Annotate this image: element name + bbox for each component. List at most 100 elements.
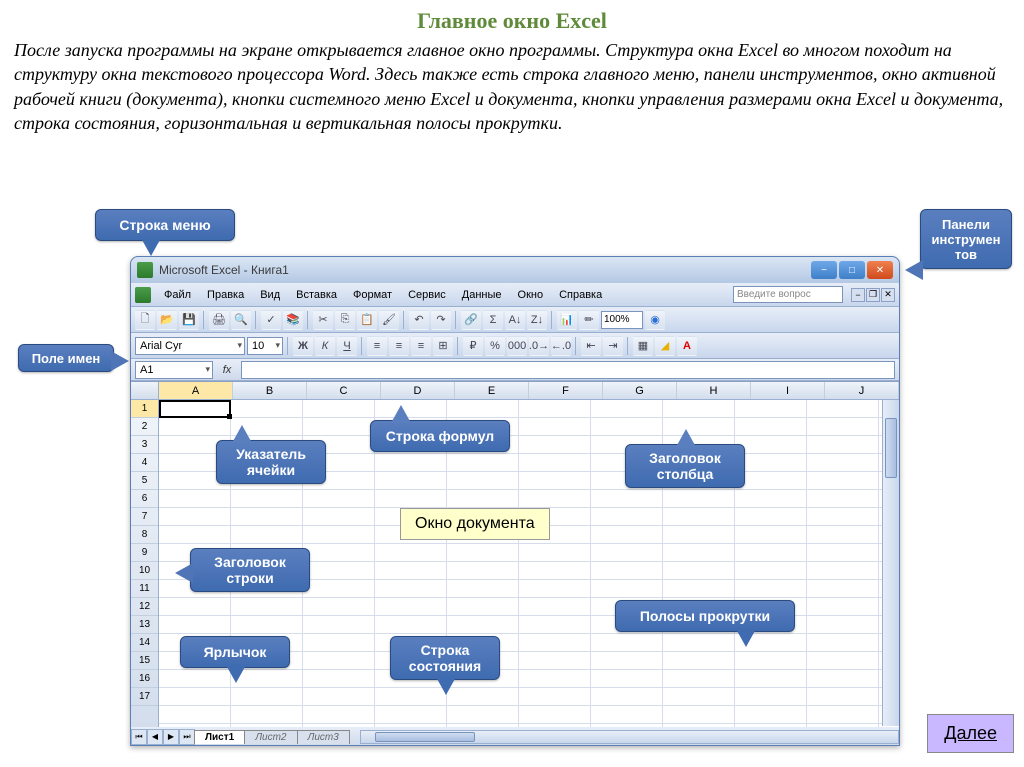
help-icon[interactable]: ◉ (645, 310, 665, 330)
row-header-5[interactable]: 5 (131, 472, 158, 490)
row-header-15[interactable]: 15 (131, 652, 158, 670)
print-icon[interactable]: 🖨 (209, 310, 229, 330)
row-header-3[interactable]: 3 (131, 436, 158, 454)
menu-help[interactable]: Справка (552, 287, 609, 303)
col-header-F[interactable]: F (529, 382, 603, 399)
close-button[interactable]: ✕ (867, 261, 893, 279)
borders-icon[interactable]: ▦ (633, 336, 653, 356)
row-header-1[interactable]: 1 (131, 400, 158, 418)
menu-format[interactable]: Формат (346, 287, 399, 303)
row-header-10[interactable]: 10 (131, 562, 158, 580)
row-header-12[interactable]: 12 (131, 598, 158, 616)
align-left-icon[interactable]: ≡ (367, 336, 387, 356)
sort-desc-icon[interactable]: Z↓ (527, 310, 547, 330)
row-header-16[interactable]: 16 (131, 670, 158, 688)
col-header-I[interactable]: I (751, 382, 825, 399)
fx-icon[interactable]: fx (217, 364, 237, 376)
tab-prev-icon[interactable]: ◀ (147, 729, 163, 745)
sheet-tab-2[interactable]: Лист2 (244, 730, 297, 744)
sort-asc-icon[interactable]: A↓ (505, 310, 525, 330)
spellcheck-icon[interactable]: ✓ (261, 310, 281, 330)
font-name-select[interactable]: Arial Cyr (135, 337, 245, 355)
maximize-button[interactable]: □ (839, 261, 865, 279)
sheet-tab-3[interactable]: Лист3 (297, 730, 350, 744)
col-header-D[interactable]: D (381, 382, 455, 399)
row-header-4[interactable]: 4 (131, 454, 158, 472)
increase-decimal-icon[interactable]: .0→ (529, 336, 549, 356)
menu-window[interactable]: Окно (511, 287, 551, 303)
research-icon[interactable]: 📚 (283, 310, 303, 330)
format-painter-icon[interactable]: 🖌 (379, 310, 399, 330)
paste-icon[interactable]: 📋 (357, 310, 377, 330)
col-header-B[interactable]: B (233, 382, 307, 399)
tab-last-icon[interactable]: ⏭ (179, 729, 195, 745)
minimize-button[interactable]: − (811, 261, 837, 279)
name-box[interactable]: A1 (135, 361, 213, 379)
row-header-17[interactable]: 17 (131, 688, 158, 706)
row-header-6[interactable]: 6 (131, 490, 158, 508)
decrease-decimal-icon[interactable]: ←.0 (551, 336, 571, 356)
font-color-icon[interactable]: A (677, 336, 697, 356)
col-header-J[interactable]: J (825, 382, 899, 399)
col-header-E[interactable]: E (455, 382, 529, 399)
hscroll-thumb[interactable] (375, 732, 475, 742)
copy-icon[interactable]: ⎘ (335, 310, 355, 330)
italic-icon[interactable]: К (315, 336, 335, 356)
underline-icon[interactable]: Ч (337, 336, 357, 356)
increase-indent-icon[interactable]: ⇥ (603, 336, 623, 356)
doc-restore-button[interactable]: ❐ (866, 288, 880, 302)
drawing-icon[interactable]: ✏ (579, 310, 599, 330)
col-header-H[interactable]: H (677, 382, 751, 399)
help-question-input[interactable]: Введите вопрос (733, 286, 843, 303)
redo-icon[interactable]: ↷ (431, 310, 451, 330)
col-header-A[interactable]: A (159, 382, 233, 399)
col-header-C[interactable]: C (307, 382, 381, 399)
menu-data[interactable]: Данные (455, 287, 509, 303)
currency-icon[interactable]: ₽ (463, 336, 483, 356)
row-header-14[interactable]: 14 (131, 634, 158, 652)
font-size-select[interactable]: 10 (247, 337, 283, 355)
menu-view[interactable]: Вид (253, 287, 287, 303)
row-header-9[interactable]: 9 (131, 544, 158, 562)
open-icon[interactable]: 📂 (157, 310, 177, 330)
decrease-indent-icon[interactable]: ⇤ (581, 336, 601, 356)
active-cell-indicator[interactable] (159, 400, 231, 418)
doc-close-button[interactable]: ✕ (881, 288, 895, 302)
vertical-scrollbar[interactable] (882, 400, 899, 726)
vscroll-thumb[interactable] (885, 418, 897, 478)
next-button[interactable]: Далее (927, 714, 1014, 753)
autosum-icon[interactable]: Σ (483, 310, 503, 330)
row-header-7[interactable]: 7 (131, 508, 158, 526)
tab-next-icon[interactable]: ▶ (163, 729, 179, 745)
row-header-13[interactable]: 13 (131, 616, 158, 634)
cut-icon[interactable]: ✂ (313, 310, 333, 330)
comma-icon[interactable]: 000 (507, 336, 527, 356)
align-right-icon[interactable]: ≡ (411, 336, 431, 356)
hyperlink-icon[interactable]: 🔗 (461, 310, 481, 330)
merge-center-icon[interactable]: ⊞ (433, 336, 453, 356)
menu-edit[interactable]: Правка (200, 287, 251, 303)
print-preview-icon[interactable]: 🔍 (231, 310, 251, 330)
row-header-2[interactable]: 2 (131, 418, 158, 436)
bold-icon[interactable]: Ж (293, 336, 313, 356)
formula-bar-input[interactable] (241, 361, 895, 379)
zoom-input[interactable]: 100% (601, 311, 643, 329)
new-icon[interactable]: 🗋 (135, 310, 155, 330)
horizontal-scrollbar[interactable] (360, 730, 899, 744)
chart-icon[interactable]: 📊 (557, 310, 577, 330)
percent-icon[interactable]: % (485, 336, 505, 356)
fill-color-icon[interactable]: ◢ (655, 336, 675, 356)
sheet-tab-1[interactable]: Лист1 (194, 730, 245, 744)
menu-file[interactable]: Файл (157, 287, 198, 303)
menu-tools[interactable]: Сервис (401, 287, 453, 303)
select-all-corner[interactable] (131, 382, 159, 399)
tab-first-icon[interactable]: ⏮ (131, 729, 147, 745)
align-center-icon[interactable]: ≡ (389, 336, 409, 356)
undo-icon[interactable]: ↶ (409, 310, 429, 330)
save-icon[interactable]: 💾 (179, 310, 199, 330)
row-header-8[interactable]: 8 (131, 526, 158, 544)
doc-minimize-button[interactable]: − (851, 288, 865, 302)
menu-insert[interactable]: Вставка (289, 287, 344, 303)
row-header-11[interactable]: 11 (131, 580, 158, 598)
col-header-G[interactable]: G (603, 382, 677, 399)
